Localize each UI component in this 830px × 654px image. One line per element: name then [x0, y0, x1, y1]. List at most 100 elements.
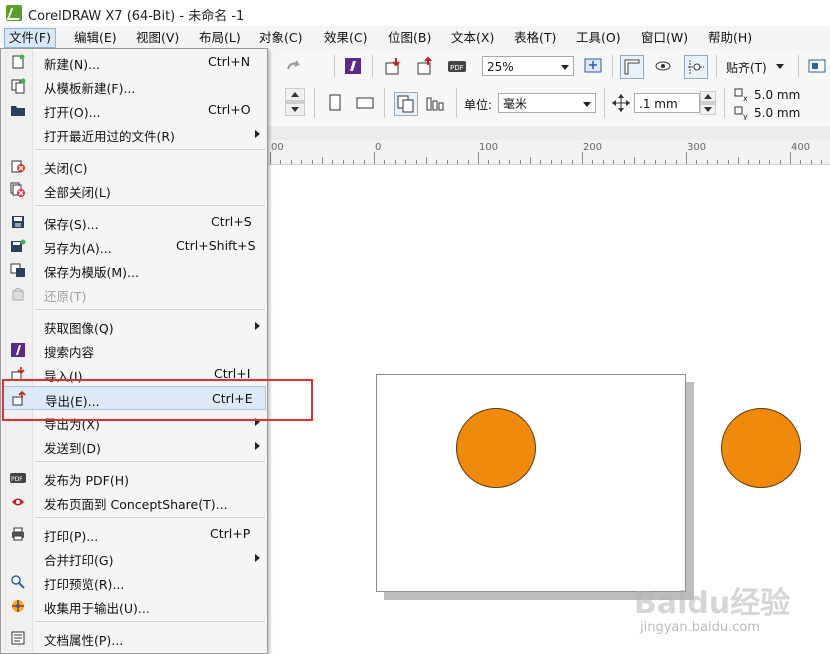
units-chevron-down-icon: [583, 102, 591, 107]
file-menu-item-label: 打开最近用过的文件(R): [44, 129, 175, 144]
ruler-tick: [592, 160, 594, 164]
file-menu-item-8[interactable]: 保存为模版(M)...: [2, 258, 266, 282]
file-menu-item-6[interactable]: 保存(S)... Ctrl+S: [2, 210, 266, 234]
save-icon: [10, 214, 26, 230]
file-menu-item-9: 还原(T): [2, 282, 266, 306]
nudge-distance-input[interactable]: .1 mm: [634, 93, 700, 113]
file-menu-item-15[interactable]: 发送到(D): [2, 434, 266, 458]
full-screen-preview-icon[interactable]: [582, 55, 604, 77]
file-menu-item-shortcut: Ctrl+Shift+S: [176, 238, 256, 253]
ruler-tick: [467, 160, 469, 164]
file-menu-item-label: 关闭(C): [44, 161, 88, 176]
units-label: 单位:: [464, 98, 493, 112]
show-rulers-icon[interactable]: [620, 55, 644, 79]
file-menu-item-1[interactable]: 从模板新建(F)...: [2, 74, 266, 98]
pdf-icon: PDF: [10, 470, 26, 486]
portrait-icon[interactable]: [324, 92, 346, 114]
export-toolbar-icon[interactable]: [414, 55, 436, 77]
ruler-tick: [498, 160, 500, 164]
menu-8[interactable]: 表格(T): [510, 29, 560, 47]
file-menu-item-label: 全部关闭(L): [44, 185, 111, 200]
submenu-arrow-icon: [255, 130, 260, 138]
document-page[interactable]: [376, 374, 686, 592]
menu-separator: [35, 461, 265, 462]
snap-chevron-down-icon[interactable]: [776, 64, 784, 69]
document-properties-icon: [10, 630, 26, 646]
file-menu-item-22[interactable]: 文档属性(P)...: [2, 626, 266, 650]
units-value: 毫米: [503, 97, 528, 111]
file-menu-item-17[interactable]: 发布页面到 ConceptShare(T)...: [2, 490, 266, 514]
landscape-icon[interactable]: [354, 92, 376, 114]
ruler-tick: [644, 160, 646, 164]
file-menu-item-16[interactable]: PDF 发布为 PDF(H): [2, 466, 266, 490]
redo-icon[interactable]: [282, 55, 304, 77]
snap-to-menu[interactable]: 贴齐(T): [726, 59, 767, 76]
ruler-tick: [394, 160, 396, 164]
menu-6[interactable]: 位图(B): [384, 29, 435, 47]
duplicate-y-icon: y: [734, 106, 750, 121]
watermark-brand: Baidu经验: [634, 586, 791, 621]
ruler-tick: [582, 152, 583, 164]
ruler-tick: [686, 152, 687, 164]
file-menu-item-18[interactable]: 打印(P)... Ctrl+P: [2, 522, 266, 546]
menu-2[interactable]: 视图(V): [132, 29, 183, 47]
ruler-tick: [738, 157, 739, 164]
show-guidelines-icon[interactable]: [684, 55, 708, 79]
ruler-tick-label: 100: [479, 142, 499, 153]
coreldraw-logo-icon: [6, 5, 22, 21]
menu-4[interactable]: 对象(C): [255, 29, 306, 47]
menu-0[interactable]: 文件(F): [4, 28, 56, 48]
file-menu-item-19[interactable]: 合并打印(G): [2, 546, 266, 570]
file-menu-item-21[interactable]: 收集用于输出(U)...: [2, 594, 266, 618]
file-menu-item-11[interactable]: 搜索内容: [2, 338, 266, 362]
ruler-tick: [363, 160, 365, 164]
horizontal-ruler[interactable]: 00 0 100 200 300 400: [268, 140, 830, 165]
ruler-tick: [571, 160, 573, 164]
page-size-spinner[interactable]: [284, 87, 306, 117]
orange-circle-off-page[interactable]: [721, 408, 801, 488]
file-menu-item-0[interactable]: 新建(N)... Ctrl+N: [2, 50, 266, 74]
chevron-down-icon: [561, 65, 569, 70]
file-menu-item-4[interactable]: 关闭(C): [2, 154, 266, 178]
duplicate-distance-x[interactable]: 5.0 mm: [754, 88, 800, 102]
zoom-level-combo[interactable]: 25%: [482, 56, 574, 76]
file-menu-item-7[interactable]: 另存为(A)... Ctrl+Shift+S: [2, 234, 266, 258]
ruler-tick: [779, 160, 781, 164]
nudge-spinner[interactable]: [699, 90, 717, 116]
ruler-tick: [675, 160, 677, 164]
file-menu-item-5[interactable]: 全部关闭(L): [2, 178, 266, 202]
corel-connect-icon[interactable]: [342, 55, 364, 77]
publish-pdf-toolbar-icon[interactable]: PDF: [446, 55, 468, 77]
ruler-tick: [696, 160, 698, 164]
menu-9[interactable]: 工具(O): [572, 29, 625, 47]
file-menu-item-shortcut: Ctrl+O: [208, 102, 251, 117]
file-menu-item-label: 获取图像(Q): [44, 321, 114, 336]
file-menu-item-label: 新建(N)...: [44, 57, 101, 72]
menu-11[interactable]: 帮助(H): [704, 29, 756, 47]
file-menu-item-label: 发布为 PDF(H): [44, 473, 129, 488]
units-combo[interactable]: 毫米: [498, 93, 596, 113]
file-menu-item-2[interactable]: 打开(O)... Ctrl+O: [2, 98, 266, 122]
all-pages-icon[interactable]: [394, 92, 418, 116]
current-page-icon[interactable]: [424, 92, 446, 114]
file-menu-item-10[interactable]: 获取图像(Q): [2, 314, 266, 338]
import-toolbar-icon[interactable]: [382, 55, 404, 77]
ruler-tick: [446, 160, 448, 164]
save-as-icon: [10, 238, 26, 254]
menu-7[interactable]: 文本(X): [447, 29, 498, 47]
orange-circle-on-page[interactable]: [456, 408, 536, 488]
file-menu-item-3[interactable]: 打开最近用过的文件(R): [2, 122, 266, 146]
menu-10[interactable]: 窗口(W): [637, 29, 692, 47]
menu-1[interactable]: 编辑(E): [70, 29, 121, 47]
view-options-icon[interactable]: [652, 55, 674, 77]
file-menu-item-label: 搜索内容: [44, 345, 95, 360]
file-menu-item-label: 保存(S)...: [44, 217, 99, 232]
file-menu-item-20[interactable]: 打印预览(R)...: [2, 570, 266, 594]
ruler-tick-label: 300: [687, 142, 707, 153]
options-icon[interactable]: [806, 55, 828, 77]
duplicate-distance-y[interactable]: 5.0 mm: [754, 106, 800, 120]
ruler-tick: [374, 152, 375, 164]
ruler-tick: [342, 160, 344, 164]
menu-3[interactable]: 布局(L): [195, 29, 245, 47]
menu-5[interactable]: 效果(C): [320, 29, 371, 47]
